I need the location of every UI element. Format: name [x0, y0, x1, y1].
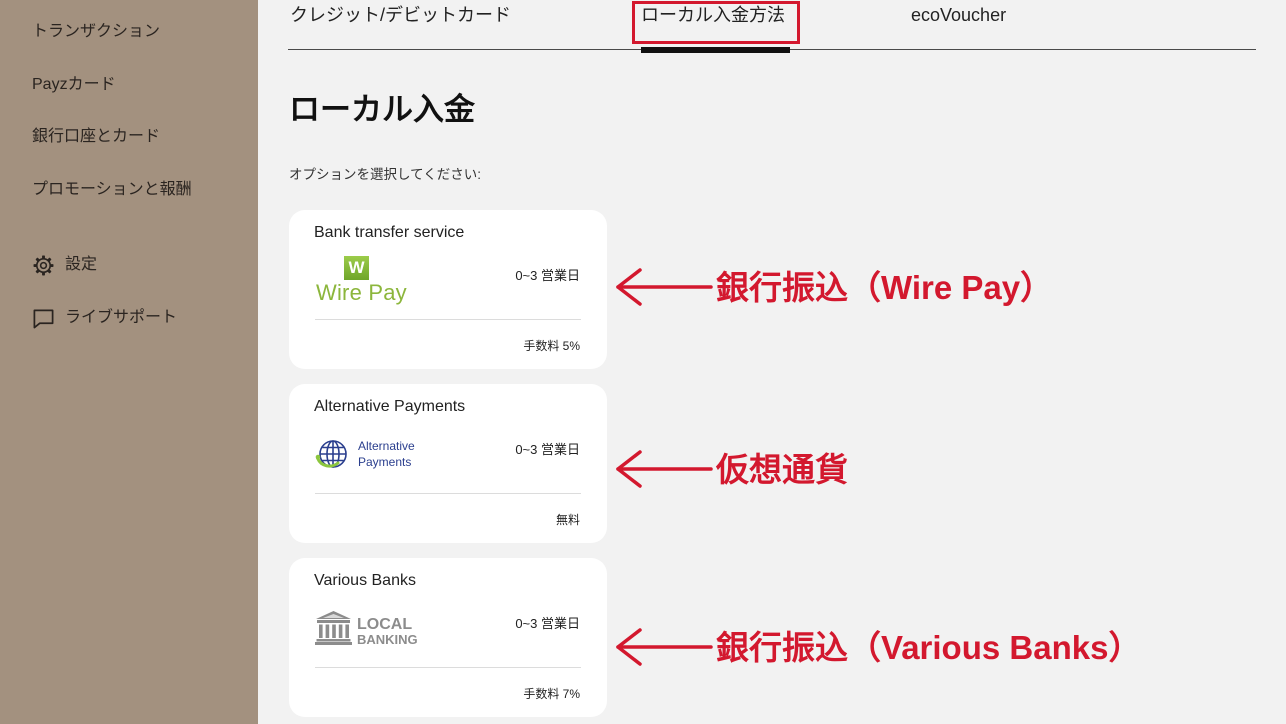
globe-icon [315, 438, 349, 472]
option-card-bank-transfer[interactable]: Bank transfer service W Wire Pay 0~3 営業日… [289, 210, 607, 369]
sidebar-item-settings[interactable]: 設定 [32, 253, 97, 277]
sidebar-item-label: 設定 [65, 256, 98, 273]
processing-time: 0~3 営業日 [515, 616, 580, 631]
annotation-highlight-box [632, 1, 800, 44]
annotation-label: 銀行振込（Wire Pay） [716, 269, 1054, 306]
option-prompt: オプションを選択してください: [289, 167, 481, 182]
chat-icon [32, 307, 55, 330]
annotation-label: 銀行振込（Various Banks） [716, 629, 1142, 666]
tab-credit-debit-card[interactable]: クレジット/デビットカード [290, 4, 511, 26]
card-divider [315, 493, 581, 494]
local-banking-logo: LOCAL BANKING [315, 602, 475, 656]
gear-icon [32, 254, 55, 277]
option-card-various-banks[interactable]: Various Banks LOCAL BANKING 0~3 営業日 手数料 … [289, 558, 607, 717]
sidebar-item-label: プロモーションと報酬 [32, 181, 192, 198]
sidebar-item-promotions[interactable]: プロモーションと報酬 [32, 180, 192, 200]
sidebar-item-label: ライブサポート [65, 309, 178, 326]
sidebar-item-live-support[interactable]: ライブサポート [32, 306, 177, 330]
alternative-payments-logo-text: Payments [358, 455, 412, 469]
annotation-label: 仮想通貨 [716, 451, 848, 488]
processing-time: 0~3 営業日 [515, 442, 580, 457]
option-title: Bank transfer service [314, 224, 465, 241]
sidebar: トランザクション Payzカード 銀行口座とカード プロモーションと報酬 設定 … [0, 0, 258, 724]
wire-pay-mark-icon: W [344, 256, 369, 280]
sidebar-item-transactions[interactable]: トランザクション [32, 22, 160, 42]
option-card-alternative-payments[interactable]: Alternative Payments Alternative Payment… [289, 384, 607, 543]
fee-label: 無料 [555, 513, 580, 527]
card-divider [315, 667, 581, 668]
alternative-payments-logo: Alternative Payments [315, 428, 475, 482]
wire-pay-logo-text: Wire Pay [316, 280, 407, 305]
sidebar-item-payz-card[interactable]: Payzカード [32, 75, 116, 95]
sidebar-item-label: Payzカード [32, 76, 116, 93]
local-banking-logo-text: BANKING [357, 632, 418, 647]
option-title: Various Banks [314, 572, 416, 589]
card-divider [315, 319, 581, 320]
option-title: Alternative Payments [314, 398, 466, 415]
sidebar-item-bank-accounts[interactable]: 銀行口座とカード [32, 127, 160, 147]
sidebar-item-label: 銀行口座とカード [32, 128, 161, 145]
active-tab-indicator [641, 47, 790, 53]
annotation-arrow-left-icon [616, 628, 713, 666]
page-title: ローカル入金 [289, 92, 475, 127]
processing-time: 0~3 営業日 [515, 268, 580, 283]
alternative-payments-logo-text: Alternative [358, 439, 415, 453]
fee-label: 手数料 5% [523, 339, 580, 353]
tab-ecovoucher[interactable]: ecoVoucher [911, 4, 1006, 26]
wire-pay-logo: W Wire Pay [315, 254, 475, 308]
fee-label: 手数料 7% [523, 687, 580, 701]
bank-icon [315, 610, 352, 645]
annotation-arrow-left-icon [616, 268, 713, 306]
sidebar-item-label: トランザクション [32, 23, 161, 40]
annotation-arrow-left-icon [616, 450, 713, 488]
